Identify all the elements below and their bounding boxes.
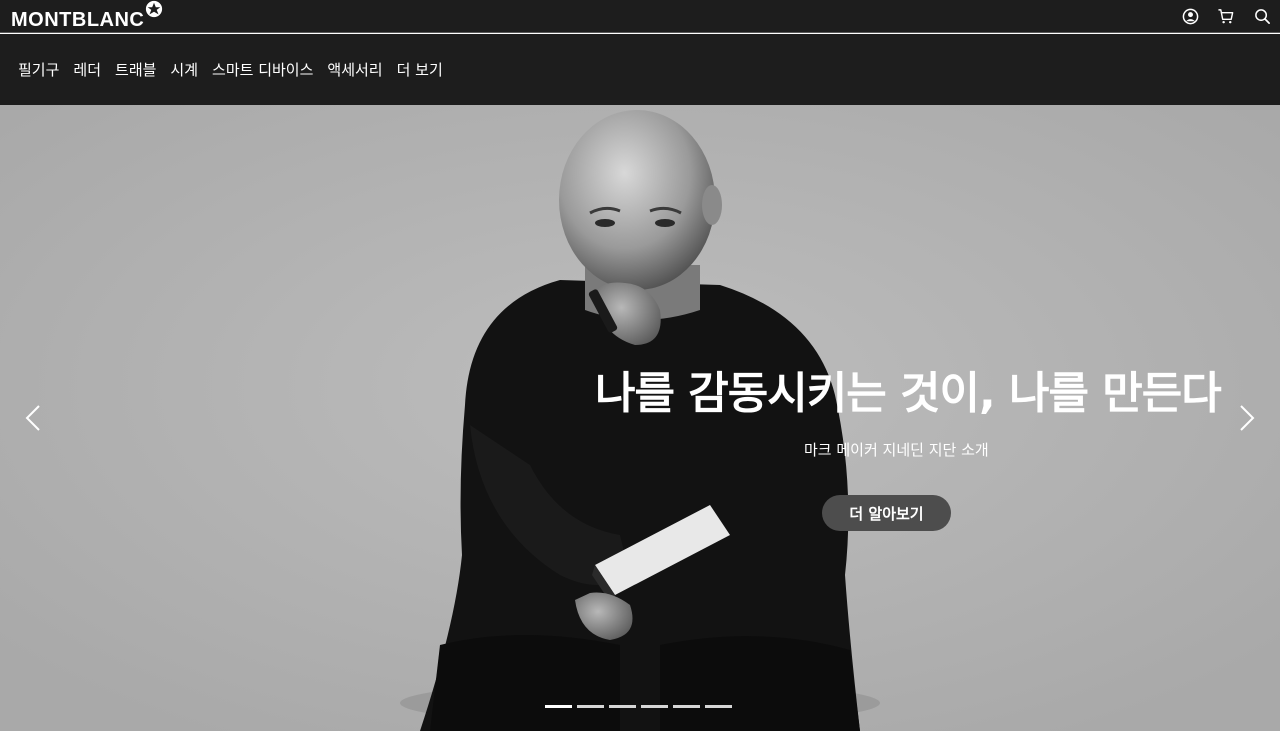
carousel-indicators [545, 705, 732, 708]
nav-item-travel[interactable]: 트래블 [108, 59, 163, 80]
top-icons [1172, 0, 1280, 32]
chevron-left-icon [25, 405, 40, 431]
nav-item-more[interactable]: 더 보기 [390, 59, 450, 80]
hero-title: 나를 감동시키는 것이, 나를 만든다 [595, 368, 1222, 419]
nav-item-watches[interactable]: 시계 [163, 59, 205, 80]
nav-list: 필기구 레더 트래블 시계 스마트 디바이스 액세서리 더 보기 [11, 34, 450, 105]
cart-icon[interactable] [1208, 0, 1244, 32]
nav-item-leather[interactable]: 레더 [66, 59, 108, 80]
montblanc-star-icon [146, 0, 163, 18]
carousel-next-button[interactable] [1232, 401, 1262, 435]
hero-subtitle: 마크 메이커 지네딘 지단 소개 [804, 441, 989, 459]
carousel-prev-button[interactable] [18, 401, 48, 435]
search-icon[interactable] [1244, 0, 1280, 32]
top-bar: MONTBLANC [0, 0, 1280, 33]
nav-item-smart-devices[interactable]: 스마트 디바이스 [205, 59, 320, 80]
logo-wordmark: MONTBLANC [11, 9, 145, 31]
account-icon[interactable] [1172, 0, 1208, 32]
learn-more-button[interactable]: 더 알아보기 [822, 495, 951, 531]
chevron-right-icon [1240, 405, 1255, 431]
nav-item-writing-instruments[interactable]: 필기구 [11, 59, 66, 80]
carousel-dot[interactable] [705, 705, 732, 708]
hero-banner: 나를 감동시키는 것이, 나를 만든다 마크 메이커 지네딘 지단 소개 더 알… [0, 105, 1280, 731]
carousel-dot[interactable] [577, 705, 604, 708]
nav-item-accessories[interactable]: 액세서리 [320, 59, 389, 80]
carousel-dot[interactable] [545, 705, 572, 708]
montblanc-logo[interactable]: MONTBLANC [11, 0, 163, 32]
carousel-dot[interactable] [641, 705, 668, 708]
carousel-dot[interactable] [609, 705, 636, 708]
carousel-dot[interactable] [673, 705, 700, 708]
main-nav: 필기구 레더 트래블 시계 스마트 디바이스 액세서리 더 보기 [0, 34, 1280, 105]
